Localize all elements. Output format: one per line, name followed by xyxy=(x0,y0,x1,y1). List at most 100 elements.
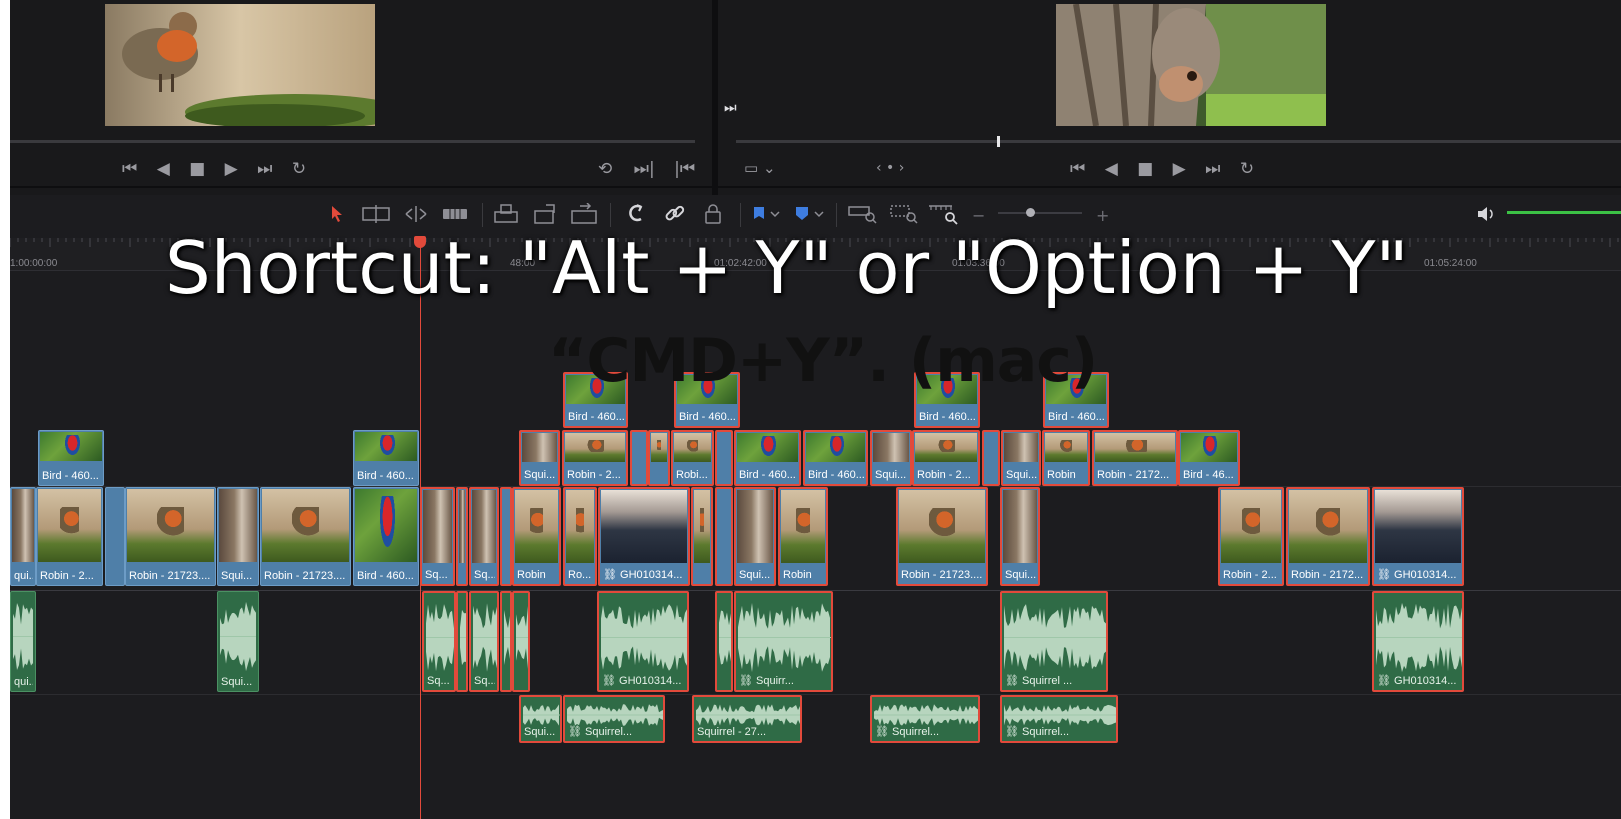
video-clip-v1[interactable]: Robin - 2... xyxy=(36,487,103,586)
reverse-play-icon[interactable]: ◀ xyxy=(1105,159,1118,179)
video-clip-v1[interactable]: ⛓ GH010314... xyxy=(598,487,690,586)
play-icon[interactable]: ▶ xyxy=(225,159,238,179)
select-arrow-icon[interactable] xyxy=(330,205,344,223)
video-clip-v2[interactable]: Squi... xyxy=(1001,430,1041,486)
audio-clip-a2[interactable]: ⛓ Squirrel... xyxy=(1000,695,1118,743)
video-clip-v2[interactable]: Robi... xyxy=(671,430,714,486)
playhead[interactable] xyxy=(420,242,421,819)
next-edit-icon[interactable]: ⏭ xyxy=(724,100,737,116)
audio-clip-a1[interactable] xyxy=(512,591,530,692)
loop-icon[interactable]: ↻ xyxy=(1240,159,1254,179)
video-clip-v2[interactable] xyxy=(630,430,648,486)
skip-end-icon[interactable]: ⏭ xyxy=(257,159,272,179)
play-icon[interactable]: ▶ xyxy=(1173,159,1186,179)
audio-clip-a1[interactable]: ⛓ Squirr... xyxy=(734,591,833,692)
video-clip-v1[interactable]: Ro... xyxy=(563,487,597,586)
skip-end-icon[interactable]: ⏭ xyxy=(1205,159,1220,179)
video-clip-v1[interactable]: Squi... xyxy=(734,487,776,586)
audio-clip-a1[interactable]: Sq... xyxy=(422,591,456,692)
video-clip-v2[interactable] xyxy=(982,430,1000,486)
audio-clip-a1[interactable] xyxy=(500,591,512,692)
video-clip-v1[interactable] xyxy=(500,487,512,586)
video-clip-v1[interactable]: Robin xyxy=(512,487,561,586)
video-clip-v2[interactable]: Bird - 460... xyxy=(803,430,868,486)
zoom-detail-icon[interactable] xyxy=(890,203,920,225)
marker-icon[interactable] xyxy=(794,205,826,223)
video-clip-v1[interactable]: Squi... xyxy=(1000,487,1040,586)
video-clip-v1[interactable]: Bird - 460... xyxy=(353,487,419,586)
insert-icon[interactable] xyxy=(492,203,520,225)
aspect-control[interactable]: ▭ ⌄ xyxy=(744,159,776,177)
video-clip-v2[interactable]: Squi... xyxy=(519,430,560,486)
video-clip-v1[interactable]: Robin - 21723.... xyxy=(125,487,216,586)
skip-start-icon[interactable]: ⏮ xyxy=(1070,159,1085,179)
mark-out-icon[interactable]: ⏭| xyxy=(634,159,655,179)
zoom-slider-handle[interactable] xyxy=(1026,208,1035,217)
audio-clip-a1[interactable]: ⛓ GH010314... xyxy=(1372,591,1464,692)
video-clip-v1[interactable] xyxy=(691,487,713,586)
audio-clip-a1[interactable]: qui... xyxy=(10,591,36,692)
video-clip-v2[interactable]: Robin - 2... xyxy=(912,430,980,486)
audio-level-meter[interactable] xyxy=(1507,211,1621,214)
video-clip-v1[interactable]: qui... xyxy=(10,487,36,586)
video-clip-v1[interactable]: Sq... xyxy=(420,487,455,586)
snap-icon[interactable] xyxy=(626,203,646,225)
timeline-viewer-scrub-handle[interactable] xyxy=(997,136,1000,147)
video-clip-v2[interactable]: Robin - 2172... xyxy=(1092,430,1178,486)
reverse-play-icon[interactable]: ◀ xyxy=(157,159,170,179)
blade-icon[interactable] xyxy=(442,205,468,223)
video-clip-v2[interactable]: Bird - 460... xyxy=(38,430,104,486)
video-clip-v2[interactable] xyxy=(648,430,670,486)
stop-icon[interactable]: ■ xyxy=(189,159,205,179)
video-clip-v1[interactable] xyxy=(456,487,468,586)
dynamic-trim-icon[interactable] xyxy=(402,205,430,223)
video-clip-v2[interactable]: Robin - 2... xyxy=(562,430,628,486)
timeline-viewer-scrubber[interactable] xyxy=(736,140,1621,143)
zoom-out-icon[interactable]: − xyxy=(972,206,985,226)
volume-icon[interactable] xyxy=(1476,205,1498,223)
skip-start-icon[interactable]: ⏮ xyxy=(122,159,137,179)
trim-icon[interactable] xyxy=(362,205,390,223)
audio-clip-a2[interactable]: ⛓ Squirrel... xyxy=(563,695,665,743)
overwrite-icon[interactable] xyxy=(532,203,558,225)
video-clip-v2[interactable]: Squi... xyxy=(870,430,912,486)
video-clip-v2[interactable]: Bird - 46... xyxy=(1178,430,1240,486)
video-clip-v1[interactable]: Robin - 21723.... xyxy=(260,487,351,586)
video-clip-v1[interactable]: Robin - 2172... xyxy=(1286,487,1370,586)
audio-clip-a1[interactable]: ⛓ GH010314... xyxy=(597,591,689,692)
video-clip-v1[interactable]: Robin - 2... xyxy=(1218,487,1284,586)
lock-icon[interactable] xyxy=(704,203,722,225)
link-icon[interactable] xyxy=(664,203,686,225)
video-clip-v1[interactable]: Squi... xyxy=(217,487,259,586)
video-clip-v2[interactable]: Bird - 460... xyxy=(734,430,801,486)
video-clip-v1[interactable]: Sq... xyxy=(469,487,499,586)
audio-clip-a2[interactable]: Squi... xyxy=(519,695,562,743)
video-clip-v2[interactable] xyxy=(715,430,733,486)
video-clip-v2[interactable]: Bird - 460... xyxy=(353,430,419,486)
zoom-full-icon[interactable] xyxy=(848,203,878,225)
audio-clip-a1[interactable]: ⛓ Squirrel ... xyxy=(1000,591,1108,692)
audio-clip-a1[interactable]: Squi... xyxy=(217,591,259,692)
clip-nav-control[interactable]: ‹ • › xyxy=(876,160,904,176)
audio-clip-a2[interactable]: ⛓ Squirrel... xyxy=(870,695,980,743)
match-frame-icon[interactable]: ⟲ xyxy=(598,159,612,179)
video-clip-v1[interactable]: ⛓ GH010314... xyxy=(1372,487,1464,586)
flag-icon[interactable] xyxy=(752,205,782,223)
video-clip-v1[interactable]: Robin xyxy=(778,487,828,586)
stop-icon[interactable]: ■ xyxy=(1137,159,1153,179)
loop-icon[interactable]: ↻ xyxy=(292,159,306,179)
video-clip-v1[interactable] xyxy=(105,487,125,586)
audio-clip-a1[interactable] xyxy=(456,591,468,692)
audio-clip-a1[interactable] xyxy=(715,591,733,692)
mark-in-icon[interactable]: |⏮ xyxy=(674,159,695,179)
replace-icon[interactable] xyxy=(570,203,600,225)
video-clip-v1[interactable] xyxy=(715,487,733,586)
source-scrubber[interactable] xyxy=(10,140,695,143)
zoom-in-icon[interactable]: + xyxy=(1096,206,1109,226)
audio-clip-a2[interactable]: Squirrel - 27... xyxy=(692,695,802,743)
video-clip-v2[interactable]: Robin xyxy=(1042,430,1090,486)
video-clip-v1[interactable]: Robin - 21723.... xyxy=(896,487,988,586)
zoom-slider[interactable] xyxy=(998,212,1082,214)
zoom-custom-icon[interactable] xyxy=(928,203,960,225)
audio-clip-a1[interactable]: Sq... xyxy=(469,591,499,692)
